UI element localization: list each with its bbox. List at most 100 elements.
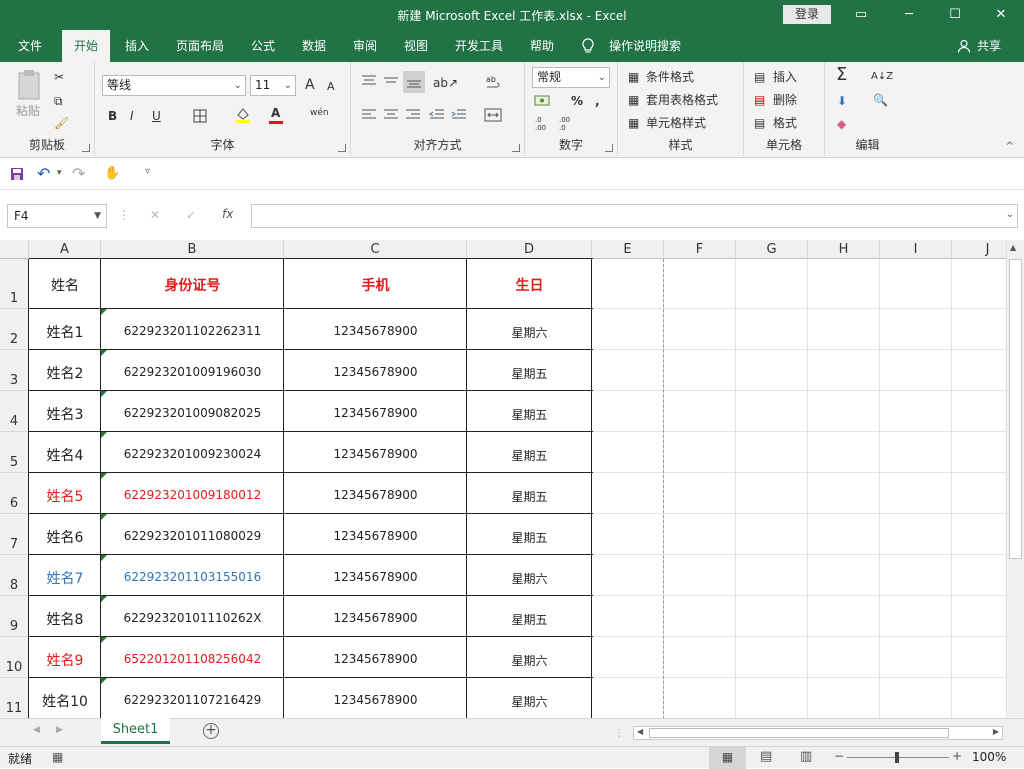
conditional-format-button[interactable]: 条件格式 — [646, 68, 694, 86]
find-select-icon[interactable]: 🔍 — [873, 91, 888, 109]
page-layout-view-icon[interactable]: ▤ — [760, 749, 772, 764]
tab-help[interactable]: 帮助 — [523, 30, 561, 62]
save-icon[interactable] — [10, 167, 24, 184]
comma-button[interactable]: , — [595, 92, 600, 110]
font-name-select[interactable]: 等线 ⌄ — [102, 75, 246, 96]
login-button[interactable]: 登录 — [783, 5, 831, 24]
undo-icon[interactable]: ↶ — [37, 164, 50, 183]
tab-view[interactable]: 视图 — [397, 30, 435, 62]
column-header-j[interactable]: J — [952, 240, 1006, 259]
phone-cell[interactable]: 12345678900 — [284, 406, 467, 420]
scroll-left-icon[interactable]: ◀ — [33, 725, 40, 735]
macro-record-icon[interactable]: ▦ — [52, 750, 63, 764]
cut-icon[interactable]: ✂ — [54, 68, 64, 86]
row-header-11[interactable]: 11 — [0, 678, 29, 718]
row-header-6[interactable]: 6 — [0, 473, 29, 514]
middle-align-icon[interactable] — [383, 74, 399, 91]
bold-button[interactable]: B — [108, 107, 117, 125]
tab-developer[interactable]: 开发工具 — [449, 30, 509, 62]
tab-page-layout[interactable]: 页面布局 — [170, 30, 230, 62]
number-format-select[interactable]: 常规 ⌄ — [532, 67, 610, 88]
name-cell[interactable]: 姓名9 — [29, 650, 101, 670]
borders-icon[interactable] — [193, 107, 207, 128]
clear-eraser-icon[interactable]: ◆ — [837, 115, 846, 133]
select-all-corner[interactable] — [0, 240, 29, 259]
format-table-icon[interactable]: ▦ — [628, 91, 639, 109]
id-number-cell[interactable]: 622923201009082025 — [101, 406, 284, 420]
id-number-cell[interactable]: 622923201102262311 — [101, 324, 284, 338]
fill-color-icon[interactable] — [235, 106, 251, 129]
delete-cells-button[interactable]: 删除 — [773, 91, 797, 109]
bottom-align-icon[interactable] — [403, 71, 425, 93]
id-number-cell[interactable]: 622923201009180012 — [101, 488, 284, 502]
id-number-cell[interactable]: 622923201009196030 — [101, 365, 284, 379]
insert-cells-icon[interactable]: ▤ — [754, 68, 765, 86]
insert-cells-button[interactable]: 插入 — [773, 68, 797, 86]
paste-icon[interactable] — [14, 68, 46, 102]
birthday-cell[interactable]: 星期五 — [467, 406, 592, 423]
accounting-format-icon[interactable] — [534, 93, 552, 110]
scroll-right-icon[interactable]: ▶ — [56, 725, 63, 735]
align-center-icon[interactable] — [383, 108, 399, 125]
id-number-cell[interactable]: 622923201107216429 — [101, 693, 284, 707]
italic-button[interactable]: I — [130, 107, 134, 125]
row-header-5[interactable]: 5 — [0, 432, 29, 473]
increase-indent-icon[interactable] — [451, 108, 467, 125]
top-align-icon[interactable] — [361, 74, 377, 91]
horizontal-scrollbar[interactable]: ◀ ▶ — [633, 726, 1003, 740]
format-cells-button[interactable]: 格式 — [773, 114, 797, 132]
sheet-tab-sheet1[interactable]: Sheet1 — [101, 718, 170, 744]
conditional-format-icon[interactable]: ▦ — [628, 68, 639, 86]
column-header-d[interactable]: D — [467, 240, 592, 259]
zoom-in-button[interactable]: + — [952, 749, 962, 763]
row-header-8[interactable]: 8 — [0, 555, 29, 596]
tab-formulas[interactable]: 公式 — [244, 30, 282, 62]
phone-cell[interactable]: 12345678900 — [284, 570, 467, 584]
name-cell[interactable]: 姓名2 — [29, 363, 101, 383]
cell-styles-icon[interactable]: ▦ — [628, 114, 639, 132]
name-cell[interactable]: 姓名1 — [29, 322, 101, 342]
format-painter-icon[interactable]: 🖌 — [54, 114, 69, 132]
row-header-9[interactable]: 9 — [0, 596, 29, 637]
align-right-icon[interactable] — [405, 108, 421, 125]
paste-button[interactable]: 粘贴 — [16, 102, 40, 120]
sort-filter-button[interactable]: A↓Z — [871, 68, 893, 86]
phone-cell[interactable]: 12345678900 — [284, 693, 467, 707]
tab-insert[interactable]: 插入 — [118, 30, 156, 62]
zoom-level[interactable]: 100% — [972, 750, 1006, 764]
minimize-button[interactable]: ─ — [886, 0, 932, 30]
column-header-h[interactable]: H — [808, 240, 880, 259]
header-cell-d[interactable]: 生日 — [467, 275, 592, 295]
format-as-table-button[interactable]: 套用表格格式 — [646, 91, 718, 109]
birthday-cell[interactable]: 星期五 — [467, 611, 592, 628]
decrease-decimal-icon[interactable]: .00.0 — [558, 114, 578, 135]
align-left-icon[interactable] — [361, 108, 377, 125]
fill-icon[interactable]: ⬇ — [837, 92, 847, 110]
row-header-10[interactable]: 10 — [0, 637, 29, 678]
birthday-cell[interactable]: 星期六 — [467, 693, 592, 710]
close-button[interactable]: ✕ — [978, 0, 1024, 30]
phone-cell[interactable]: 12345678900 — [284, 324, 467, 338]
name-cell[interactable]: 姓名5 — [29, 486, 101, 506]
name-cell[interactable]: 姓名6 — [29, 527, 101, 547]
maximize-button[interactable]: ☐ — [932, 0, 978, 30]
underline-button[interactable]: U — [152, 107, 161, 125]
insert-function-button[interactable]: fx — [222, 207, 233, 221]
shrink-font-button[interactable]: A — [327, 78, 335, 96]
decrease-indent-icon[interactable] — [429, 108, 445, 125]
birthday-cell[interactable]: 星期五 — [467, 529, 592, 546]
cell-styles-button[interactable]: 单元格样式 — [646, 114, 706, 132]
column-header-i[interactable]: I — [880, 240, 952, 259]
birthday-cell[interactable]: 星期六 — [467, 652, 592, 669]
phone-cell[interactable]: 12345678900 — [284, 447, 467, 461]
phone-cell[interactable]: 12345678900 — [284, 529, 467, 543]
copy-icon[interactable]: ⧉ — [54, 92, 63, 110]
column-header-c[interactable]: C — [284, 240, 467, 259]
tab-data[interactable]: 数据 — [295, 30, 333, 62]
touch-mode-icon[interactable]: ✋ — [104, 166, 120, 181]
number-launcher-icon[interactable] — [605, 144, 613, 152]
row-header-7[interactable]: 7 — [0, 514, 29, 555]
share-button[interactable]: 共享 — [972, 30, 1006, 62]
worksheet-grid[interactable]: A B C D E F G H I J 1 2 3 4 5 6 7 8 9 10 11 姓名 身份证号 手机 生日 姓名1 6229… — [0, 240, 1006, 718]
clipboard-launcher-icon[interactable] — [82, 144, 90, 152]
